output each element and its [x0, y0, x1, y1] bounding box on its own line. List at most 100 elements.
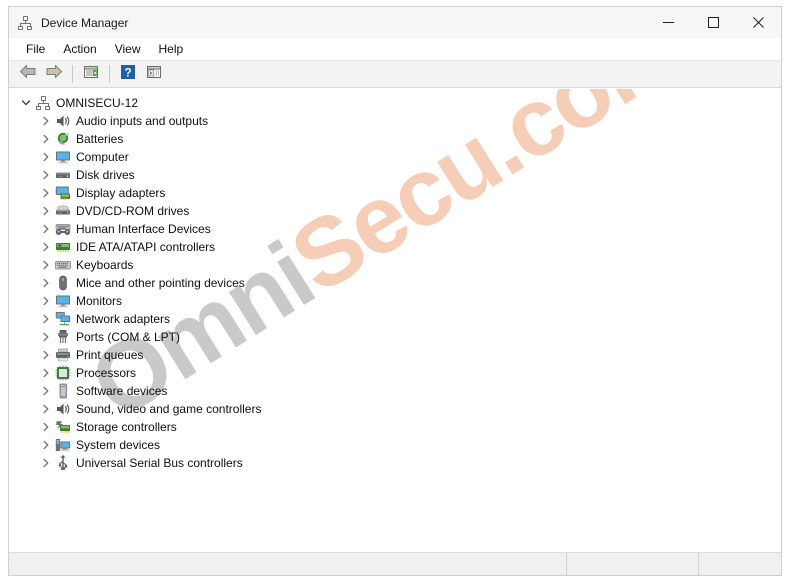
tree-node-label: Processors — [76, 366, 137, 380]
status-bar — [9, 552, 781, 575]
tree-node-label: IDE ATA/ATAPI controllers — [76, 240, 216, 254]
tree-node-label: Disk drives — [76, 168, 135, 182]
menu-item-help[interactable]: Help — [150, 41, 193, 58]
minimize-button[interactable] — [646, 7, 691, 38]
tree-node-storage-controllers[interactable]: Storage controllers — [9, 418, 781, 436]
tree-node-label: Software devices — [76, 384, 168, 398]
chevron-right-icon[interactable] — [39, 346, 53, 364]
tree-node-label: Ports (COM & LPT) — [76, 330, 181, 344]
device-manager-icon — [17, 15, 33, 31]
close-icon — [753, 17, 764, 28]
chevron-right-icon[interactable] — [39, 238, 53, 256]
battery-icon — [55, 131, 71, 147]
toolbar-properties-button[interactable] — [78, 62, 104, 86]
tree-node-label: Universal Serial Bus controllers — [76, 456, 243, 470]
scan-hardware-icon — [146, 64, 162, 85]
close-button[interactable] — [736, 7, 781, 38]
tree-node-ide-ata-atapi-controllers[interactable]: IDE ATA/ATAPI controllers — [9, 238, 781, 256]
chevron-right-icon[interactable] — [39, 364, 53, 382]
toolbar-back-button[interactable] — [15, 62, 41, 86]
chevron-right-icon[interactable] — [39, 220, 53, 238]
menu-item-view[interactable]: View — [106, 41, 150, 58]
toolbar-scan-hardware-button[interactable] — [141, 62, 167, 86]
toolbar-separator-1 — [72, 65, 73, 83]
tree-node-label: Audio inputs and outputs — [76, 114, 209, 128]
chevron-right-icon[interactable] — [39, 328, 53, 346]
toolbar-forward-button[interactable] — [41, 62, 67, 86]
tree-node-human-interface-devices[interactable]: Human Interface Devices — [9, 220, 781, 238]
chevron-right-icon[interactable] — [39, 166, 53, 184]
chevron-right-icon[interactable] — [39, 274, 53, 292]
device-manager-window: Device Manager File Action View Help ? O… — [8, 6, 782, 576]
tree-node-keyboards[interactable]: Keyboards — [9, 256, 781, 274]
tree-node-label: Human Interface Devices — [76, 222, 211, 236]
caption-button-group — [646, 7, 781, 38]
status-pane-middle — [567, 553, 699, 575]
tree-node-label: Display adapters — [76, 186, 166, 200]
chevron-right-icon[interactable] — [39, 310, 53, 328]
toolbar-help-button[interactable]: ? — [115, 62, 141, 86]
chevron-right-icon[interactable] — [39, 202, 53, 220]
tree-node-universal-serial-bus-controllers[interactable]: Universal Serial Bus controllers — [9, 454, 781, 472]
tree-node-monitors[interactable]: Monitors — [9, 292, 781, 310]
maximize-button[interactable] — [691, 7, 736, 38]
tree-node-label: System devices — [76, 438, 161, 452]
tree-node-label: Sound, video and game controllers — [76, 402, 262, 416]
computer-node-icon — [35, 95, 51, 111]
forward-arrow-icon — [45, 64, 63, 84]
ide-controller-icon — [55, 239, 71, 255]
tree-node-print-queues[interactable]: Print queues — [9, 346, 781, 364]
tree-node-network-adapters[interactable]: Network adapters — [9, 310, 781, 328]
tree-node-disk-drives[interactable]: Disk drives — [9, 166, 781, 184]
chevron-right-icon[interactable] — [39, 112, 53, 130]
chevron-down-icon[interactable] — [19, 94, 33, 112]
menu-bar: File Action View Help — [9, 38, 781, 61]
tree-node-computer[interactable]: Computer — [9, 148, 781, 166]
chevron-right-icon[interactable] — [39, 418, 53, 436]
tree-node-system-devices[interactable]: System devices — [9, 436, 781, 454]
title-bar-left: Device Manager — [9, 15, 128, 31]
network-adapter-icon — [55, 311, 71, 327]
status-pane-main — [9, 553, 567, 575]
tree-node-dvd-cdrom-drives[interactable]: DVD/CD-ROM drives — [9, 202, 781, 220]
back-arrow-icon — [19, 64, 37, 84]
tree-node-mice-and-other-pointing-devices[interactable]: Mice and other pointing devices — [9, 274, 781, 292]
device-tree-pane[interactable]: OmniSecu.com OMNISECU-12 Audio inputs an… — [9, 88, 781, 552]
tree-node-ports-com-and-lpt[interactable]: Ports (COM & LPT) — [9, 328, 781, 346]
chevron-right-icon[interactable] — [39, 382, 53, 400]
chevron-right-icon[interactable] — [39, 130, 53, 148]
chevron-right-icon[interactable] — [39, 436, 53, 454]
storage-controller-icon — [55, 419, 71, 435]
usb-icon — [55, 455, 71, 471]
speaker-icon — [55, 113, 71, 129]
software-device-icon — [55, 383, 71, 399]
menu-item-file[interactable]: File — [17, 41, 54, 58]
tree-node-processors[interactable]: Processors — [9, 364, 781, 382]
chevron-right-icon[interactable] — [39, 454, 53, 472]
tree-node-audio-inputs-and-outputs[interactable]: Audio inputs and outputs — [9, 112, 781, 130]
tree-node-label: Monitors — [76, 294, 123, 308]
toolbar-separator-2 — [109, 65, 110, 83]
tree-node-label: Mice and other pointing devices — [76, 276, 245, 290]
window-title: Device Manager — [41, 15, 129, 30]
properties-icon — [83, 64, 99, 85]
chevron-right-icon[interactable] — [39, 292, 53, 310]
disk-drive-icon — [55, 167, 71, 183]
speaker-icon — [55, 401, 71, 417]
tree-node-label: Storage controllers — [76, 420, 177, 434]
menu-item-action[interactable]: Action — [54, 41, 105, 58]
tree-node-sound-video-and-game-controllers[interactable]: Sound, video and game controllers — [9, 400, 781, 418]
chevron-right-icon[interactable] — [39, 148, 53, 166]
tree-node-root[interactable]: OMNISECU-12 — [9, 94, 781, 112]
processor-icon — [55, 365, 71, 381]
monitor-icon — [55, 149, 71, 165]
chevron-right-icon[interactable] — [39, 400, 53, 418]
tree-node-software-devices[interactable]: Software devices — [9, 382, 781, 400]
tree-node-display-adapters[interactable]: Display adapters — [9, 184, 781, 202]
monitor-icon — [55, 293, 71, 309]
chevron-right-icon[interactable] — [39, 256, 53, 274]
tree-node-batteries[interactable]: Batteries — [9, 130, 781, 148]
minimize-icon — [663, 22, 674, 23]
chevron-right-icon[interactable] — [39, 184, 53, 202]
maximize-icon — [708, 17, 719, 28]
